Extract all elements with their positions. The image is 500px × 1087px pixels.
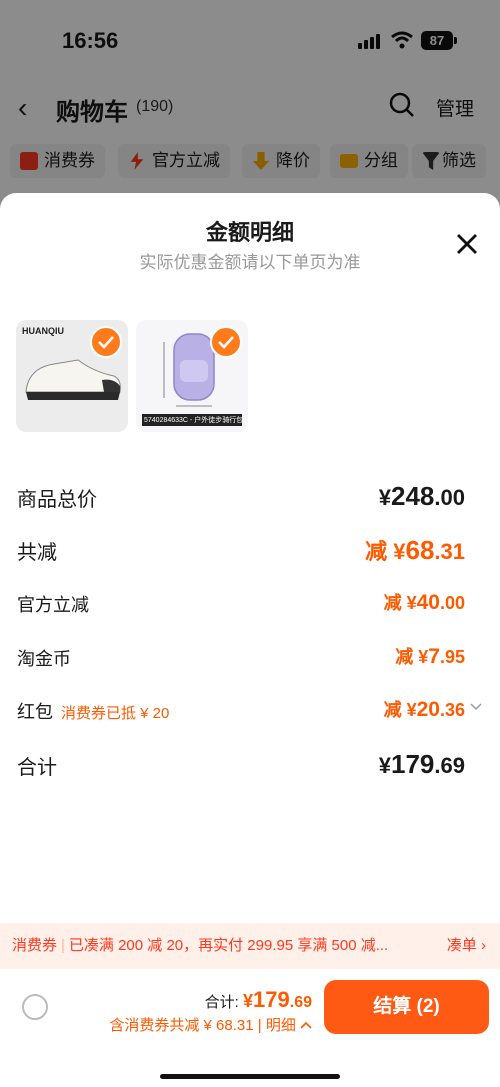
product-thumb-backpack[interactable]: 5740284633C - 户外徒步骑行包 [136,320,248,432]
product-thumb-sneaker[interactable]: HUANQIU [16,320,128,432]
coupon-promo-bar[interactable]: 消费券 | 已凑满 200 减 20，再实付 299.95 享满 500 减... … [0,923,500,969]
goods-total-value: ¥248.00 [378,481,465,511]
checked-icon [210,326,242,358]
chevron-down-icon[interactable] [469,700,483,714]
brand-text: HUANQIU [22,326,64,336]
sum-value: ¥179.69 [378,749,465,779]
row-coins: 淘金币 减 ¥7.95 [17,645,465,669]
row-total-discount: 共减 减 ¥68.31 [17,535,465,565]
promo-tag: 消费券 [12,937,58,954]
home-indicator [160,1074,340,1079]
footer-total: 合计: ¥179.69 [204,987,312,1012]
sheet-title: 金额明细 [205,220,294,245]
product-caption: 5740284633C - 户外徒步骑行包 [142,414,242,426]
row-sum: 合计 ¥179.69 [17,749,465,779]
total-discount-value: 减 ¥68.31 [365,535,465,565]
sheet-subtitle: 实际优惠金额请以下单页为准 [139,253,361,272]
checked-icon [90,326,122,358]
chevron-up-icon [300,1021,312,1029]
close-icon[interactable] [454,231,480,257]
coins-value: 减 ¥7.95 [395,645,465,668]
select-all-radio[interactable] [22,994,48,1020]
promo-text: 已凑满 200 减 20，再实付 299.95 享满 500 减... [68,937,389,954]
redpacket-value: 减 ¥20.36 [383,698,465,721]
row-official-discount: 官方立减 减 ¥40.00 [17,591,465,615]
official-discount-value: 减 ¥40.00 [383,591,465,614]
row-redpacket[interactable]: 红包 消费券已抵 ¥ 20 减 ¥20.36 [17,698,483,728]
checkout-button[interactable]: 结算 (2) [324,980,489,1034]
row-goods-total: 商品总价 ¥248.00 [17,481,465,511]
detail-toggle[interactable]: 含消费券共减 ¥ 68.31 | 明细 [109,1014,312,1035]
redpacket-note: 消费券已抵 ¥ 20 [61,705,170,722]
checkout-footer: 合计: ¥179.69 含消费券共减 ¥ 68.31 | 明细 结算 (2) [0,969,500,1087]
add-items-link[interactable]: 凑单 › [440,923,486,969]
